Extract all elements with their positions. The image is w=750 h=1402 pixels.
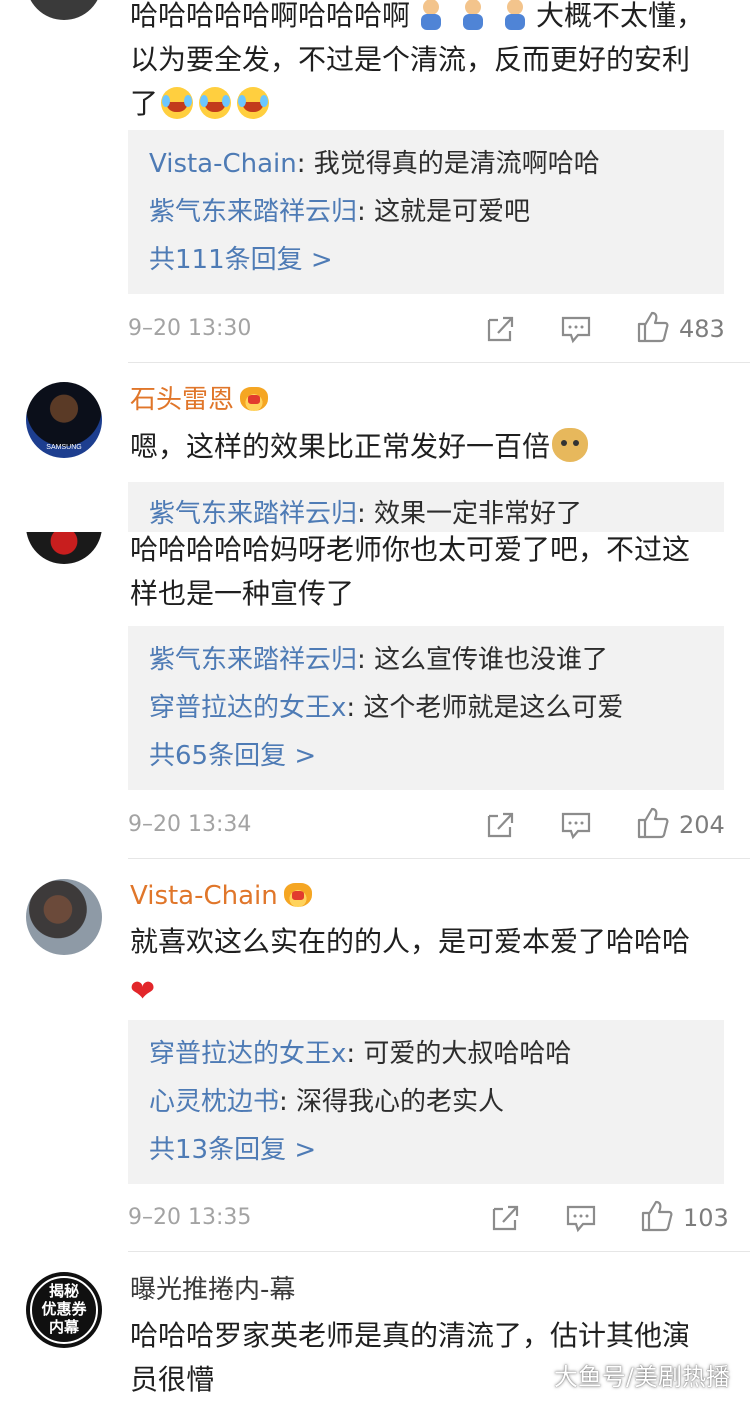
comment-text: 就喜欢这么实在的的人，是可爱本爱了哈哈哈❤ — [130, 925, 691, 1009]
kid-emoji — [502, 0, 528, 31]
like-icon[interactable] — [636, 310, 670, 344]
reply-text: : 我觉得真的是清流啊哈哈 — [296, 149, 600, 179]
comment-timestamp: 9–20 13:30 — [128, 316, 252, 341]
reply-text: : 这个老师就是这么可爱 — [346, 693, 624, 723]
divider — [128, 362, 750, 363]
cry-laugh-emoji — [199, 87, 232, 119]
reply-user[interactable]: 心灵枕边书 — [149, 1087, 279, 1117]
comment-timestamp: 9–20 13:34 — [128, 812, 252, 837]
reply-item[interactable]: 穿普拉达的女王x: 可爱的大叔哈哈哈 — [149, 1038, 571, 1070]
reply-user[interactable]: Vista-Chain — [149, 149, 297, 179]
avatar[interactable] — [26, 0, 102, 20]
reply-item[interactable]: 心灵枕边书: 深得我心的老实人 — [149, 1086, 504, 1118]
comment-username[interactable]: 石头雷恩 — [130, 384, 269, 416]
divider — [128, 1251, 750, 1252]
reply-item[interactable]: 紫气东来踏祥云归: 这么宣传谁也没谁了 — [149, 644, 608, 676]
heart-emoji: ❤ — [130, 974, 156, 1009]
watermark: 大鱼号/美剧热播 — [553, 1363, 730, 1391]
comment-text: 哈哈哈哈哈啊哈哈哈啊 大概不太懂，以为要全发，不过是个清流，反而更好的安利了 — [130, 0, 710, 126]
avatar-jersey-text: SAMSUNG — [46, 444, 82, 451]
like-count: 103 — [683, 1204, 729, 1232]
kid-emoji — [418, 0, 444, 31]
reply-box[interactable]: 紫气东来踏祥云归: 效果一定非常好了 — [128, 482, 724, 532]
reply-text: : 可爱的大叔哈哈哈 — [346, 1039, 572, 1069]
reply-text: : 效果一定非常好了 — [357, 499, 583, 529]
reply-text: : 这就是可爱吧 — [357, 197, 531, 227]
reply-text: : 深得我心的老实人 — [279, 1087, 505, 1117]
share-icon[interactable] — [489, 1203, 521, 1233]
avatar-label: 内幕 — [48, 1318, 79, 1336]
reply-item[interactable]: 紫气东来踏祥云归: 效果一定非常好了 — [149, 498, 582, 530]
comment-icon[interactable] — [560, 810, 592, 840]
kid-emoji — [460, 0, 486, 31]
reply-item[interactable]: 穿普拉达的女王x: 这个老师就是这么可爱 — [149, 692, 623, 724]
share-icon[interactable] — [484, 314, 516, 344]
avatar-label: 优惠券 — [41, 1300, 87, 1318]
reply-user[interactable]: 穿普拉达的女王x — [149, 1039, 346, 1069]
reply-box[interactable]: 穿普拉达的女王x: 可爱的大叔哈哈哈 心灵枕边书: 深得我心的老实人 共13条回… — [128, 1020, 724, 1184]
cry-laugh-emoji — [237, 87, 270, 119]
avatar-label: 揭秘 — [48, 1282, 79, 1300]
more-replies-link[interactable]: 共13条回复 > — [149, 1134, 316, 1166]
like-icon[interactable] — [640, 1199, 674, 1233]
reply-text: : 这么宣传谁也没谁了 — [357, 645, 609, 675]
like-count: 483 — [679, 315, 725, 343]
doge-emoji — [552, 428, 589, 462]
cry-laugh-emoji — [161, 87, 194, 119]
reply-item[interactable]: Vista-Chain: 我觉得真的是清流啊哈哈 — [149, 148, 600, 180]
reply-box[interactable]: Vista-Chain: 我觉得真的是清流啊哈哈 紫气东来踏祥云归: 这就是可爱… — [128, 130, 724, 294]
reply-user[interactable]: 紫气东来踏祥云归 — [149, 645, 357, 675]
more-replies-link[interactable]: 共111条回复 > — [149, 244, 333, 276]
crown-badge-icon — [240, 387, 269, 411]
comment-text: 嗯，这样的效果比正常发好一百倍 — [130, 425, 710, 469]
divider — [128, 858, 750, 859]
avatar[interactable]: 揭秘 优惠券 内幕 — [26, 1272, 102, 1348]
more-replies-link[interactable]: 共65条回复 > — [149, 740, 316, 772]
like-count: 204 — [679, 811, 725, 839]
share-icon[interactable] — [484, 810, 516, 840]
comment-text: 哈哈哈哈哈妈呀老师你也太可爱了吧，不过这样也是一种宣传了 — [130, 533, 691, 610]
comment-icon[interactable] — [560, 314, 592, 344]
comment-icon[interactable] — [565, 1203, 597, 1233]
like-icon[interactable] — [636, 806, 670, 840]
comment-username[interactable]: 曝光推捲内-幕 — [130, 1274, 295, 1306]
reply-user[interactable]: 紫气东来踏祥云归 — [149, 499, 357, 529]
crown-badge-icon — [283, 883, 312, 907]
avatar[interactable] — [26, 879, 102, 955]
avatar[interactable] — [26, 532, 102, 564]
reply-user[interactable]: 穿普拉达的女王x — [149, 693, 346, 723]
reply-box[interactable]: 紫气东来踏祥云归: 这么宣传谁也没谁了 穿普拉达的女王x: 这个老师就是这么可爱… — [128, 626, 724, 790]
comment-timestamp: 9–20 13:35 — [128, 1205, 252, 1230]
comment-username[interactable]: Vista-Chain — [130, 880, 312, 912]
reply-user[interactable]: 紫气东来踏祥云归 — [149, 197, 357, 227]
avatar[interactable]: SAMSUNG — [26, 382, 102, 458]
reply-item[interactable]: 紫气东来踏祥云归: 这就是可爱吧 — [149, 196, 530, 228]
